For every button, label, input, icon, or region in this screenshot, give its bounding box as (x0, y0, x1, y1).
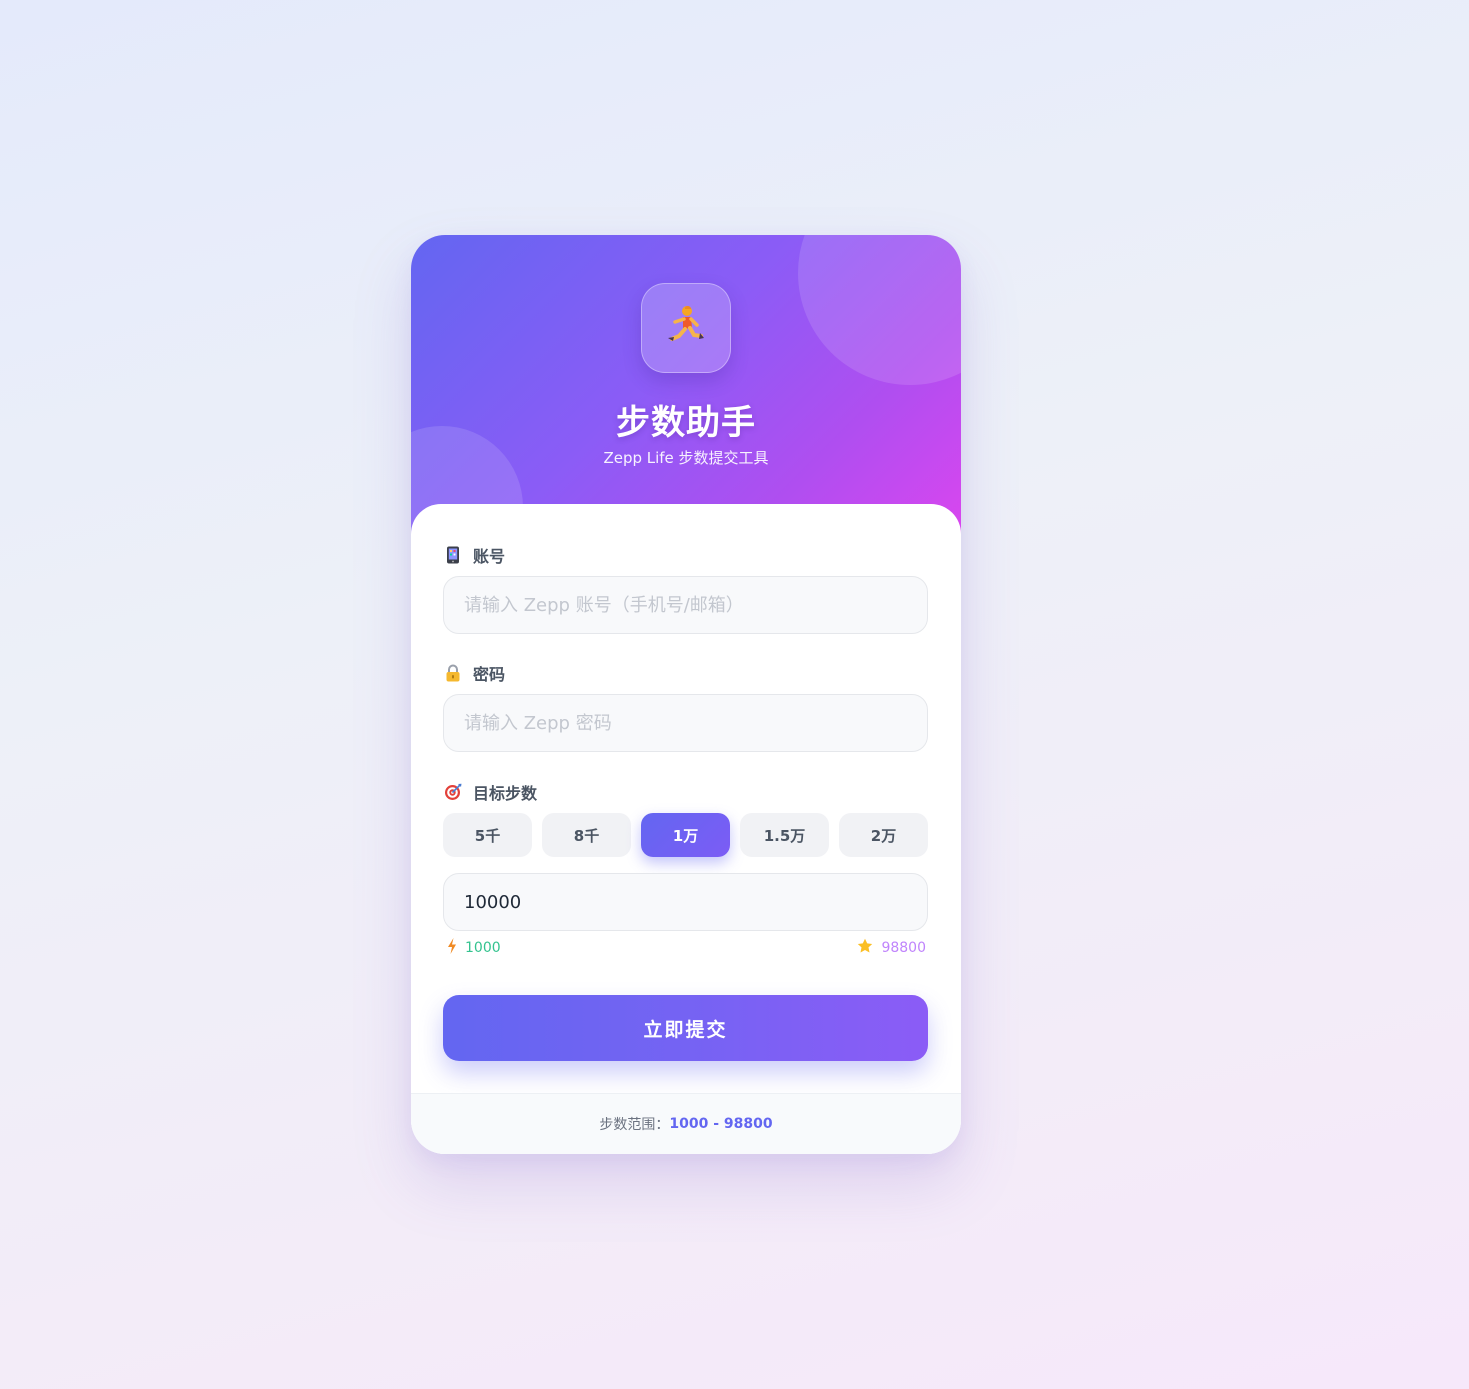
footer-range-value: 1000 - 98800 (669, 1116, 773, 1132)
step-helper-card: 步数助手 Zepp Life 步数提交工具 账号 请输入 Zepp 账号（手机号… (411, 235, 961, 1154)
min-steps: 1000 (447, 938, 501, 958)
password-label-text: 密码 (473, 665, 506, 684)
submit-button[interactable]: 立即提交 (443, 995, 928, 1061)
steps-label-text: 目标步数 (473, 784, 538, 803)
lock-icon (443, 663, 463, 683)
password-input[interactable] (443, 694, 928, 752)
steps-label: 目标步数 (443, 780, 537, 804)
max-steps-value: 98800 (881, 940, 926, 956)
preset-15k-button[interactable]: 1.5万 (740, 813, 829, 857)
preset-8k-button[interactable]: 8千 (542, 813, 631, 857)
lightning-icon (447, 938, 457, 958)
max-steps: 98800 (857, 938, 926, 958)
footer: 步数范围： 1000 - 98800 (411, 1093, 961, 1154)
target-icon (443, 782, 463, 802)
app-subtitle: Zepp Life 步数提交工具 (603, 449, 769, 467)
steps-input[interactable] (443, 873, 928, 931)
step-range-hint: 1000 98800 (447, 938, 926, 958)
password-label: 密码 (443, 661, 505, 685)
preset-10k-button[interactable]: 1万 (641, 813, 730, 857)
preset-5k-button[interactable]: 5千 (443, 813, 532, 857)
header-banner: 步数助手 Zepp Life 步数提交工具 (411, 235, 961, 535)
account-label-text: 账号 (473, 547, 506, 566)
preset-20k-button[interactable]: 2万 (839, 813, 928, 857)
form-body: 账号 密码 (411, 504, 961, 1154)
phone-icon (443, 545, 463, 565)
step-presets: 5千 8千 1万 1.5万 2万 (443, 813, 928, 857)
star-icon (857, 938, 873, 958)
running-person-icon (663, 303, 709, 353)
footer-range-label: 步数范围： (599, 1117, 670, 1133)
account-label: 账号 (443, 543, 505, 567)
app-logo (641, 283, 731, 373)
app-title: 步数助手 (616, 403, 756, 443)
account-input[interactable] (443, 576, 928, 634)
min-steps-value: 1000 (465, 940, 501, 956)
decorative-circle (798, 235, 961, 385)
